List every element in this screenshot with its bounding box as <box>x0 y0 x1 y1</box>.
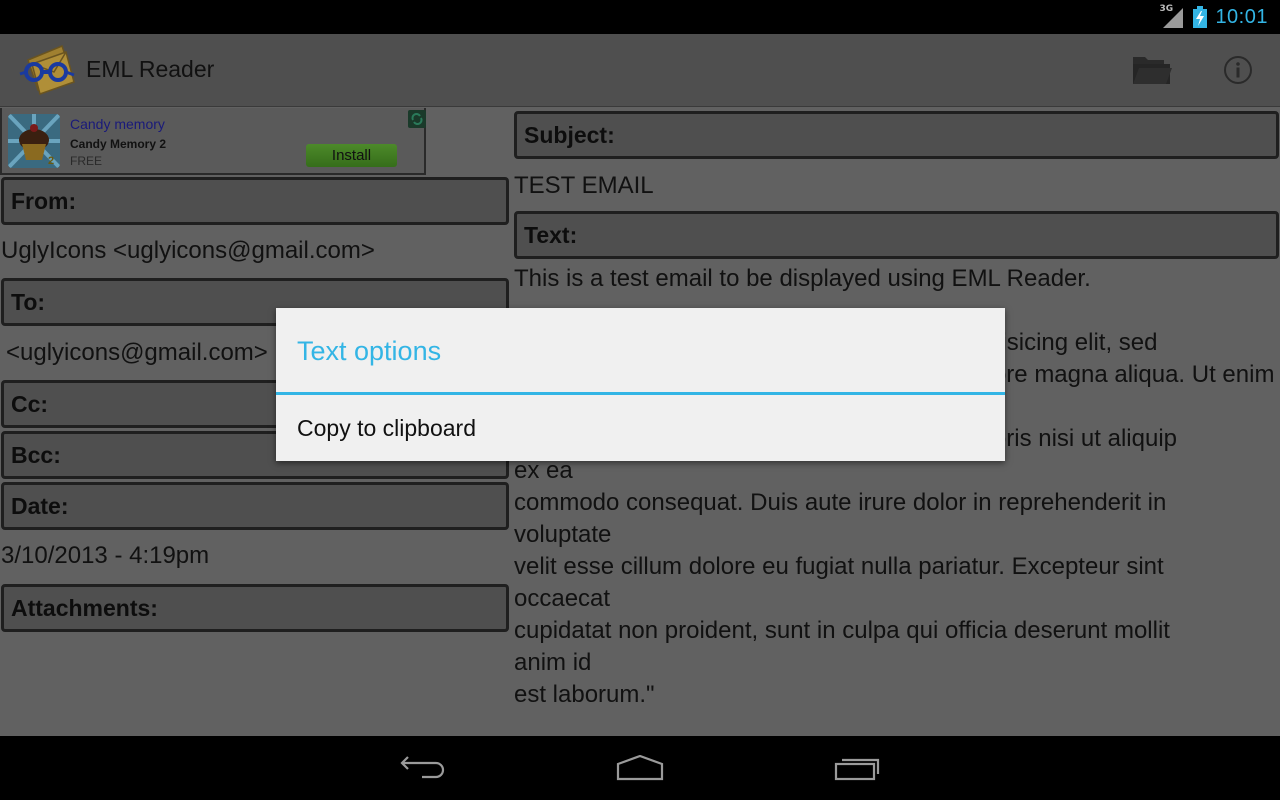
back-icon <box>400 756 445 779</box>
to-value[interactable]: <uglyicons@gmail.com> <box>6 339 268 367</box>
home-icon <box>616 755 664 781</box>
message-line: anim id <box>514 649 592 676</box>
app-title: EML Reader <box>86 56 215 82</box>
message-line: est laborum." <box>514 681 655 708</box>
attachments-header: Attachments: <box>1 584 509 632</box>
message-line: cupidatat non proident, sunt in culpa qu… <box>514 617 1170 644</box>
home-button[interactable] <box>595 748 685 788</box>
ad-app-name: Candy Memory 2 <box>70 137 167 151</box>
date-value[interactable]: 3/10/2013 - 4:19pm <box>1 542 209 570</box>
message-line: voluptate <box>514 521 612 548</box>
ad-app-icon: 2 <box>8 114 60 168</box>
subject-value[interactable]: TEST EMAIL <box>514 172 654 200</box>
message-line: commodo consequat. Duis aute irure dolor… <box>514 489 1167 516</box>
svg-text:2: 2 <box>48 155 54 167</box>
from-value[interactable]: UglyIcons <uglyicons@gmail.com> <box>1 237 375 265</box>
dialog-title: Text options <box>297 336 442 366</box>
clock: 10:01 <box>1215 5 1268 28</box>
message-line: occaecat <box>514 585 611 612</box>
folder-open-icon[interactable] <box>1132 52 1172 88</box>
back-button[interactable] <box>378 748 468 788</box>
info-icon[interactable] <box>1218 52 1258 88</box>
navigation-bar <box>0 736 1280 800</box>
copy-to-clipboard-option[interactable]: Copy to clipboard <box>276 395 1005 461</box>
recents-icon <box>834 758 880 781</box>
ad-title[interactable]: Candy memory <box>70 116 165 132</box>
ad-refresh-icon[interactable] <box>408 110 426 128</box>
ad-install-button[interactable]: Install <box>306 144 397 167</box>
from-header: From: <box>1 177 509 225</box>
message-line: This is a test email to be displayed usi… <box>514 265 1091 292</box>
ad-banner[interactable]: 2 Candy memory Candy Memory 2 FREE Insta… <box>0 108 426 175</box>
signal-icon: 3G <box>1159 4 1185 28</box>
status-bar: 3G 10:01 <box>0 0 1280 34</box>
app-logo-icon[interactable] <box>18 42 78 98</box>
recents-button[interactable] <box>812 748 902 788</box>
text-header: Text: <box>514 211 1279 259</box>
subject-header: Subject: <box>514 111 1279 159</box>
message-line: velit esse cillum dolore eu fugiat nulla… <box>514 553 1164 580</box>
action-bar: EML Reader <box>0 34 1280 107</box>
text-options-dialog: Text options Copy to clipboard <box>276 308 1005 461</box>
battery-charging-icon <box>1193 6 1208 28</box>
ad-price: FREE <box>70 154 103 168</box>
date-header: Date: <box>1 482 509 530</box>
